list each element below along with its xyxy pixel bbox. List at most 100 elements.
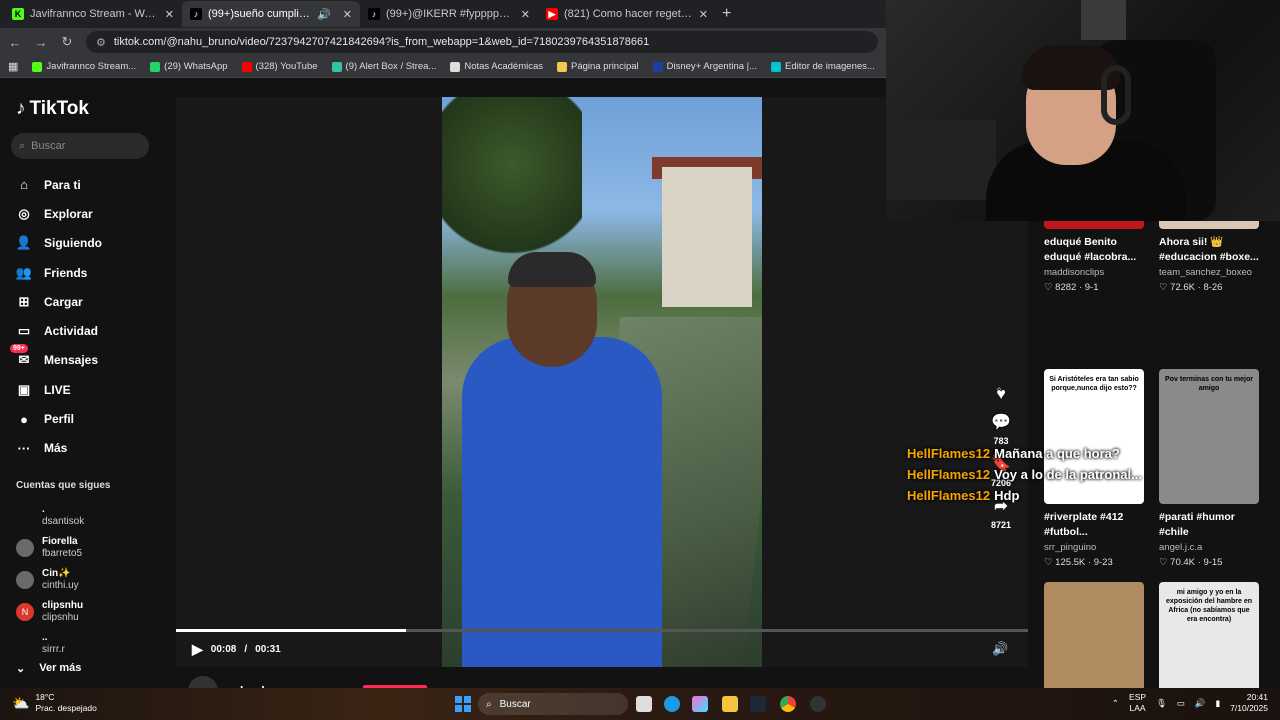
video-thumbnail[interactable]: Pov terminas con tu mejor amigo — [1159, 369, 1259, 504]
video-house — [662, 167, 752, 307]
steam-icon[interactable] — [750, 696, 766, 712]
browser-tab[interactable]: K Javifrannco Stream - Watch Live ✕ — [4, 1, 182, 27]
stream-chat-overlay: HellFlames12 Mañana a que hora? HellFlames… — [907, 443, 1142, 506]
card-author[interactable]: maddisonclips — [1044, 267, 1148, 278]
language-indicator[interactable]: ESP LAA — [1129, 692, 1146, 714]
bookmark-favicon-icon — [652, 61, 663, 72]
followed-account[interactable]: Fiorella fbarreto5 — [16, 536, 82, 560]
speaker-icon[interactable]: 🔊 — [317, 8, 331, 21]
followed-account[interactable]: . dsantisok — [16, 504, 84, 528]
close-icon[interactable]: ✕ — [521, 8, 530, 21]
sidebar-item-label: Más — [44, 441, 68, 456]
card-caption: Ahora sii! 👑 #educacion #boxe... — [1159, 236, 1259, 263]
sidebar-item-label: Siguiendo — [44, 236, 102, 251]
card-author[interactable]: srr_pinguino — [1044, 542, 1148, 553]
time: 20:41 — [1246, 692, 1268, 702]
bookmark-item[interactable]: Javifrannco Stream... — [32, 61, 136, 72]
sidebar-item-label: LIVE — [44, 382, 71, 397]
sidebar-item-actividad[interactable]: ▭ Actividad — [16, 316, 102, 345]
bookmark-label: Javifrannco Stream... — [46, 61, 137, 72]
url-field[interactable]: ⚙ tiktok.com/@nahu_bruno/video/723794270… — [86, 31, 878, 53]
avatar — [16, 571, 34, 589]
card-author[interactable]: team_sanchez_boxeo — [1159, 267, 1263, 278]
bookmark-item[interactable]: Notas Académicas — [450, 61, 543, 72]
tab-title: (99+)@IKERR #fyppppppppppp — [386, 8, 515, 20]
sidebar-item-friends[interactable]: 👥 Friends — [16, 258, 102, 287]
microphone-icon[interactable]: 🎙 — [1156, 698, 1167, 709]
kick-icon: K — [12, 8, 24, 20]
reload-icon[interactable]: ↻ — [60, 34, 74, 50]
sidebar-item-explorar[interactable]: ◎ Explorar — [16, 199, 102, 228]
live-icon: ▣ — [17, 381, 31, 397]
bookmark-item[interactable]: Disney+ Argentina |... — [652, 61, 757, 72]
chrome-icon[interactable] — [780, 696, 796, 712]
browser-tab[interactable]: ▶ (821) Como hacer regeton ft.wi ✕ — [538, 1, 716, 27]
comment-button[interactable]: 💬 783 — [980, 412, 1022, 446]
forward-icon[interactable]: → — [34, 35, 48, 50]
friends-icon: 👥 — [15, 264, 33, 280]
followed-account[interactable]: .. sirrr.r — [16, 632, 65, 656]
sidebar-item-más[interactable]: ··· Más — [16, 434, 102, 463]
sidebar-item-live[interactable]: ▣ LIVE — [16, 375, 102, 404]
avatar — [16, 507, 34, 525]
bookmark-item[interactable]: (328) YouTube — [241, 61, 318, 72]
close-icon[interactable]: ✕ — [343, 8, 352, 21]
clock[interactable]: 20:41 7/10/2025 — [1230, 692, 1268, 714]
taskview-icon[interactable] — [636, 696, 652, 712]
close-icon[interactable]: ✕ — [165, 8, 174, 21]
volume-icon[interactable]: 🔊 — [1195, 698, 1206, 709]
tiktok-icon: ♪ — [190, 8, 202, 20]
bookmark-label: Editor de imagenes... — [785, 61, 875, 72]
system-tray: ⌃ ESP LAA 🎙 ▭ 🔊 ▮ 20:41 7/10/2025 — [1112, 692, 1268, 714]
search-icon: ⌕ — [486, 698, 492, 710]
taskbar-search[interactable]: ⌕ Buscar — [478, 693, 628, 715]
site-info-icon[interactable]: ⚙ — [96, 36, 106, 49]
bookmark-favicon-icon — [241, 61, 252, 72]
weather-widget[interactable]: ⛅ 18°C Prac. despejado — [12, 692, 97, 714]
network-icon[interactable]: ▭ — [1177, 698, 1185, 709]
obs-icon[interactable] — [810, 696, 826, 712]
progress-bar[interactable] — [176, 629, 1028, 632]
battery-icon[interactable]: ▮ — [1215, 698, 1220, 709]
sidebar-item-para-ti[interactable]: ⌂ Para ti — [16, 170, 102, 199]
windows-start-icon[interactable] — [455, 696, 471, 712]
chat-message: HellFlames12 Mañana a que hora? — [907, 443, 1142, 464]
apps-icon[interactable]: ▦ — [8, 60, 18, 73]
tiktok-logo[interactable]: ♪ TikTok — [16, 98, 89, 120]
see-more-button[interactable]: ⌄ Ver más — [16, 662, 81, 675]
share-count: 8721 — [990, 520, 1012, 530]
chat-username: HellFlames12 — [907, 467, 991, 482]
edge-icon[interactable] — [664, 696, 680, 712]
close-icon[interactable]: ✕ — [699, 8, 708, 21]
bookmark-item[interactable]: (29) WhatsApp — [150, 61, 228, 72]
chevron-up-icon[interactable]: ⌃ — [1112, 698, 1119, 709]
recommended-video-card[interactable]: Pov terminas con tu mejor amigo #parati #… — [1159, 369, 1263, 568]
bookmark-item[interactable]: Página principal — [557, 61, 639, 72]
video-person-hair — [508, 252, 596, 287]
chat-username: HellFlames12 — [907, 446, 991, 461]
video-person — [462, 337, 662, 667]
browser-tab[interactable]: ♪ (99+)@IKERR #fyppppppppppp ✕ — [360, 1, 538, 27]
video-frame[interactable] — [442, 97, 762, 667]
back-icon[interactable]: ← — [8, 35, 22, 50]
new-tab-button[interactable]: + — [722, 5, 731, 23]
play-icon[interactable]: ▶ — [192, 641, 203, 658]
search-input[interactable]: ⌕ Buscar — [11, 133, 149, 159]
volume-button[interactable]: 🔊 — [992, 641, 1008, 657]
explorer-icon[interactable] — [722, 696, 738, 712]
card-author[interactable]: angel.j.c.a — [1159, 542, 1263, 553]
followed-account[interactable]: Nclipsnhu clipsnhu — [16, 600, 83, 624]
playback-controls: ▶ 00:08 / 00:31 — [192, 641, 281, 658]
chat-text: Mañana a que hora? — [994, 446, 1120, 461]
browser-tab-active[interactable]: ♪ (99+)sueño cumplido. #para 🔊 ✕ — [182, 1, 360, 27]
like-button[interactable]: ♥ — [980, 386, 1022, 404]
tab-title: (99+)sueño cumplido. #para — [208, 8, 312, 20]
bookmark-item[interactable]: (9) Alert Box / Strea... — [331, 61, 436, 72]
copilot-icon[interactable] — [692, 696, 708, 712]
sidebar-item-perfil[interactable]: ● Perfil — [16, 404, 102, 433]
sidebar-item-cargar[interactable]: ⊞ Cargar — [16, 287, 102, 316]
sidebar-item-mensajes[interactable]: ✉ 99+ Mensajes — [10, 344, 102, 375]
sidebar-item-siguiendo[interactable]: 👤 Siguiendo — [16, 229, 102, 258]
bookmark-item[interactable]: Editor de imagenes... — [771, 61, 875, 72]
followed-account[interactable]: Cin✨ cinthi.uy — [16, 568, 79, 592]
